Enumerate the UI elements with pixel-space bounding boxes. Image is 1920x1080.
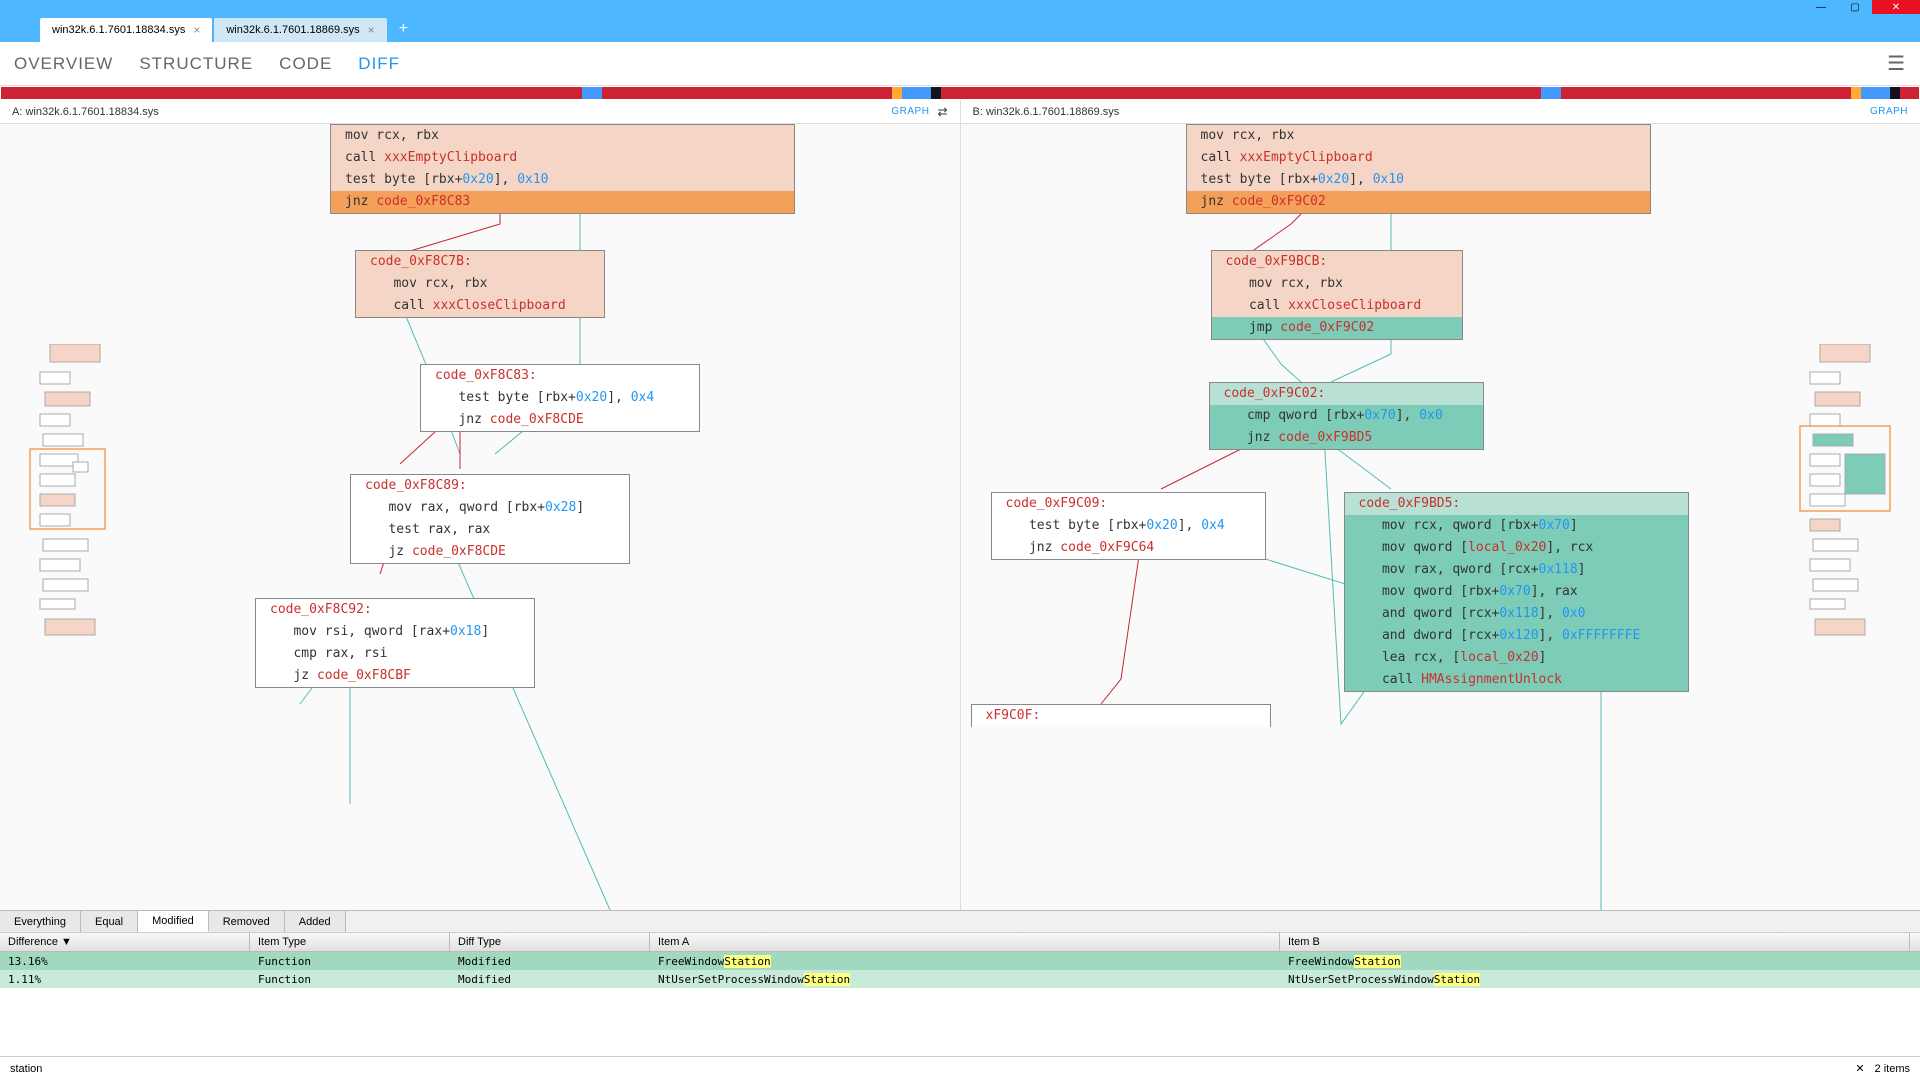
nav-structure[interactable]: STRUCTURE <box>139 54 253 74</box>
code-block[interactable]: code_0xF8C89: mov rax, qword [rbx+0x28] … <box>350 474 630 564</box>
search-term[interactable]: station <box>10 1063 42 1075</box>
code-block[interactable]: code_0xF8C83: test byte [rbx+0x20], 0x4 … <box>420 364 700 432</box>
pane-b-label: B: win32k.6.1.7601.18869.sys <box>973 106 1120 118</box>
col-diff-type[interactable]: Diff Type <box>450 933 650 951</box>
filter-equal[interactable]: Equal <box>81 911 138 932</box>
col-item-type[interactable]: Item Type <box>250 933 450 951</box>
pane-a-mode[interactable]: GRAPH <box>891 106 929 117</box>
tab-file-b[interactable]: win32k.6.1.7601.18869.sys × <box>214 18 386 42</box>
minimap-a[interactable] <box>0 124 150 910</box>
diff-table-body: 13.16% Function Modified FreeWindowStati… <box>0 952 1920 1028</box>
add-tab-button[interactable]: + <box>389 16 418 42</box>
code-block[interactable]: code_0xF9BCB: mov rcx, rbx call xxxClose… <box>1211 250 1463 340</box>
col-item-a[interactable]: Item A <box>650 933 1280 951</box>
result-count: 2 items <box>1875 1063 1910 1075</box>
pane-a[interactable]: mov rcx, rbx call xxxEmptyClipboard test… <box>0 124 961 910</box>
swap-icon[interactable]: ⇄ <box>937 105 947 119</box>
document-tabs: win32k.6.1.7601.18834.sys × win32k.6.1.7… <box>0 14 1920 42</box>
pane-b[interactable]: mov rcx, rbx call xxxEmptyClipboard test… <box>961 124 1920 910</box>
filter-modified[interactable]: Modified <box>138 911 209 932</box>
pane-b-mode[interactable]: GRAPH <box>1870 106 1908 117</box>
table-row[interactable]: 13.16% Function Modified FreeWindowStati… <box>0 952 1920 970</box>
filter-tabs: Everything Equal Modified Removed Added <box>0 910 1920 932</box>
graph-panes: mov rcx, rbx call xxxEmptyClipboard test… <box>0 124 1920 910</box>
code-block[interactable]: code_0xF8C7B: mov rcx, rbx call xxxClose… <box>355 250 605 318</box>
window-titlebar: — ▢ ✕ <box>0 0 1920 14</box>
filter-removed[interactable]: Removed <box>209 911 285 932</box>
col-item-b[interactable]: Item B <box>1280 933 1910 951</box>
tab-label: win32k.6.1.7601.18834.sys <box>52 24 185 36</box>
diff-overview-strip[interactable] <box>0 86 1920 100</box>
pane-headers: A: win32k.6.1.7601.18834.sys GRAPH ⇄ B: … <box>0 100 1920 124</box>
menu-icon[interactable]: ☰ <box>1887 51 1906 76</box>
nav-diff[interactable]: DIFF <box>358 54 400 74</box>
code-block[interactable]: code_0xF9C09: test byte [rbx+0x20], 0x4 … <box>991 492 1266 560</box>
filter-everything[interactable]: Everything <box>0 911 81 932</box>
pane-a-header: A: win32k.6.1.7601.18834.sys GRAPH ⇄ <box>0 100 961 123</box>
maximize-button[interactable]: ▢ <box>1838 0 1872 14</box>
graph-a[interactable]: mov rcx, rbx call xxxEmptyClipboard test… <box>150 124 960 910</box>
table-row[interactable]: 1.11% Function Modified NtUserSetProcess… <box>0 970 1920 988</box>
diff-table-header: Difference ▼ Item Type Diff Type Item A … <box>0 932 1920 952</box>
filter-added[interactable]: Added <box>285 911 346 932</box>
minimize-button[interactable]: — <box>1804 0 1838 14</box>
main-nav: OVERVIEW STRUCTURE CODE DIFF ☰ <box>0 42 1920 86</box>
tab-label: win32k.6.1.7601.18869.sys <box>226 24 359 36</box>
nav-overview[interactable]: OVERVIEW <box>14 54 113 74</box>
pane-b-header: B: win32k.6.1.7601.18869.sys GRAPH <box>961 100 1920 123</box>
code-block[interactable]: xF9C0F: <box>971 704 1271 727</box>
minimap-b[interactable] <box>1770 124 1920 910</box>
graph-b[interactable]: mov rcx, rbx call xxxEmptyClipboard test… <box>961 124 1771 910</box>
code-block[interactable]: mov rcx, rbx call xxxEmptyClipboard test… <box>330 124 795 214</box>
code-block[interactable]: code_0xF9C02: cmp qword [rbx+0x70], 0x0 … <box>1209 382 1484 450</box>
col-difference[interactable]: Difference ▼ <box>0 933 250 951</box>
nav-code[interactable]: CODE <box>279 54 332 74</box>
close-icon[interactable]: × <box>368 23 375 37</box>
clear-search-icon[interactable]: ✕ <box>1855 1062 1864 1075</box>
pane-a-label: A: win32k.6.1.7601.18834.sys <box>12 106 159 118</box>
close-button[interactable]: ✕ <box>1872 0 1920 14</box>
code-block[interactable]: code_0xF9BD5: mov rcx, qword [rbx+0x70] … <box>1344 492 1689 692</box>
tab-file-a[interactable]: win32k.6.1.7601.18834.sys × <box>40 18 212 42</box>
close-icon[interactable]: × <box>193 23 200 37</box>
status-bar: station ✕ 2 items <box>0 1056 1920 1080</box>
code-block[interactable]: mov rcx, rbx call xxxEmptyClipboard test… <box>1186 124 1651 214</box>
code-block[interactable]: code_0xF8C92: mov rsi, qword [rax+0x18] … <box>255 598 535 688</box>
